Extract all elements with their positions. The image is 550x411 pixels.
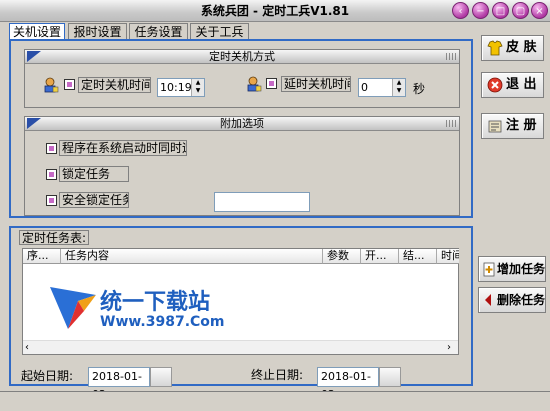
watermark-name: 统一下载站 [100,290,211,315]
pin-button[interactable]: ‹ [452,2,469,19]
spin-up-icon[interactable]: ▲ [393,79,405,87]
register-icon [488,120,502,133]
column-header-index[interactable]: 序... [23,249,61,264]
lock-task-label: 锁定任务 [59,166,129,182]
autostart-label: 程序在系统启动时同时运行 [59,140,187,156]
user-lock-icon [44,77,59,93]
column-header-content[interactable]: 任务内容 [61,249,323,264]
start-date-input[interactable]: 2018-01-02 [88,367,150,401]
add-task-button[interactable]: 增加任务 [478,256,546,282]
add-task-label: 增加任务 [497,262,546,276]
secure-lock-checkbox[interactable] [46,195,57,206]
restore-button[interactable]: □ [492,2,509,19]
secure-lock-label: 安全锁定任务 [59,192,129,208]
end-date-dropdown[interactable] [379,367,401,387]
user-lock-icon [247,76,262,92]
delete-task-icon [485,294,491,306]
scroll-right-icon[interactable]: › [447,342,451,353]
delay-shutdown-value: 0 [361,81,368,94]
timed-shutdown-label: 定时关机时间 [78,77,151,93]
spin-down-icon[interactable]: ▼ [393,87,405,95]
close-button[interactable]: × [531,2,548,19]
shirt-icon [487,40,503,56]
autostart-checkbox[interactable] [46,143,57,154]
timed-shutdown-time-value: 10:19 [160,81,192,94]
exit-icon [487,77,503,93]
time-spin-arrows[interactable]: ▲ ▼ [191,79,204,96]
task-list-title: 定时任务表: [19,230,90,245]
add-task-icon [483,262,495,277]
shutdown-mode-title: 定时关机方式 [209,50,275,63]
column-header-params[interactable]: 参数 [323,249,361,264]
extra-options-header: 附加选项 [25,117,459,131]
end-date-input[interactable]: 2018-01-02 [317,367,379,401]
delay-unit-label: 秒 [413,82,426,96]
delete-task-label: 删除任务 [497,293,546,307]
delay-shutdown-checkbox[interactable] [266,78,277,89]
exit-button-label: 退 出 [506,77,537,92]
start-date-dropdown[interactable] [150,367,172,387]
watermark-logo-icon [50,287,96,329]
spin-up-icon[interactable]: ▲ [192,79,204,87]
maximize-button[interactable]: ▢ [512,2,529,19]
column-header-time[interactable]: 时间 [437,249,459,264]
register-button[interactable]: 注 册 [481,113,544,139]
skin-button-label: 皮 肤 [506,40,537,55]
status-bar [0,391,550,411]
column-header-start[interactable]: 开... [361,249,399,264]
register-button-label: 注 册 [506,118,537,133]
extra-options-title: 附加选项 [220,117,264,130]
shutdown-mode-header: 定时关机方式 [25,50,459,64]
skin-button[interactable]: 皮 肤 [481,35,544,61]
delay-spin-arrows[interactable]: ▲ ▼ [392,79,405,96]
lock-password-input[interactable] [214,192,310,212]
start-date-label: 起始日期: [21,369,74,383]
watermark-url: Www.3987.Com [100,314,225,330]
delay-shutdown-label: 延时关机时间 [281,76,351,92]
column-header-end[interactable]: 结... [399,249,437,264]
delete-task-button[interactable]: 删除任务 [478,287,546,313]
timed-shutdown-checkbox[interactable] [64,79,75,90]
exit-button[interactable]: 退 出 [481,72,544,98]
minimize-button[interactable]: − [472,2,489,19]
horizontal-scrollbar[interactable]: ‹ › [23,340,458,354]
lock-task-checkbox[interactable] [46,169,57,180]
end-date-label: 终止日期: [251,368,304,382]
spin-down-icon[interactable]: ▼ [192,87,204,95]
scroll-left-icon[interactable]: ‹ [25,342,29,353]
